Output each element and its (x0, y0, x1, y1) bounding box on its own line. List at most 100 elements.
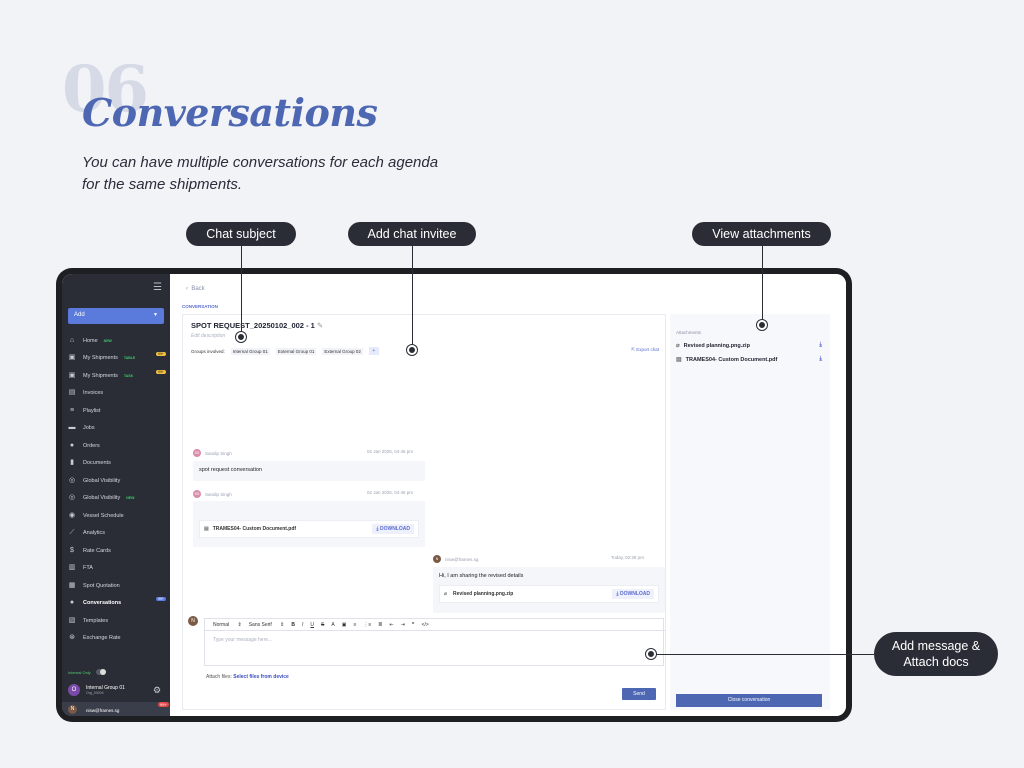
select-files-link[interactable]: Select files from device (233, 674, 289, 680)
sidebar-item-label: My Shipments (83, 354, 118, 361)
sidebar-item-my-shipments-table[interactable]: ▣ My Shipments TABLE (68, 351, 166, 364)
vessel-icon: ◉ (68, 511, 76, 519)
globe-icon: ◎ (68, 476, 76, 484)
align-icon[interactable]: ≡ (353, 622, 356, 628)
attach-label: Attach files: (206, 674, 232, 680)
format-value: Normal (213, 621, 230, 628)
user-avatar: N (188, 616, 198, 626)
sidebar-item-documents[interactable]: ▮ Documents (68, 456, 166, 469)
bold-icon[interactable]: B (291, 622, 295, 628)
sidebar-item-global-visibility[interactable]: ◎ Global Visibility (68, 474, 166, 487)
new-badge: NEW (103, 338, 112, 343)
add-invitee-icon[interactable]: + (368, 347, 379, 355)
avatar: SS (193, 449, 201, 457)
sidebar-item-label: Vessel Schedule (83, 512, 124, 519)
export-chat-button[interactable]: ⇱ Export chat (631, 347, 659, 353)
sidebar-item-global-visibility-new[interactable]: ◎ Global Visibility NEW (68, 491, 166, 504)
indent-icon[interactable]: ⇥ (401, 622, 405, 628)
chevron-left-icon: ‹ (186, 286, 188, 292)
sidebar-item-label: Conversations (83, 599, 122, 606)
count-badge: 99+ (156, 597, 166, 601)
new-badge: NEW (126, 495, 135, 500)
message-text: Hi, I am sharing the revised details (439, 573, 524, 579)
sidebar-item-label: Jobs (83, 424, 95, 431)
sidebar-item-label: Spot Quotation (83, 582, 120, 589)
sidebar-item-jobs[interactable]: ▬ Jobs (68, 421, 166, 434)
attachment-name: Revised planning.png.zip (683, 342, 750, 349)
attachments-header: Attachments (676, 330, 702, 335)
font-value: Sans Serif (248, 621, 272, 628)
sidebar-item-home[interactable]: ⌂ Home NEW (68, 334, 166, 347)
sidebar-item-invoices[interactable]: ▤ Invoices (68, 386, 166, 399)
table-badge: TABLE (123, 355, 136, 360)
bullet-list-icon[interactable]: ≣ (378, 622, 382, 628)
callout-add-message: Add message & Attach docs (874, 632, 998, 676)
outdent-icon[interactable]: ⇤ (390, 622, 394, 628)
sidebar-item-rate-cards[interactable]: $ Rate Cards (68, 544, 166, 557)
chevron-down-icon: ▼ (153, 312, 158, 318)
sidebar-item-label: Templates (83, 617, 109, 624)
menu-icon[interactable]: ☰ (153, 282, 162, 293)
main-panel: ‹ Back CONVERSATION SPOT REQUEST_2025010… (170, 274, 846, 716)
download-icon[interactable]: ⤓ (819, 356, 822, 363)
format-select[interactable]: Normal ⇕ (213, 622, 242, 628)
group-tag: External Group 01 (275, 347, 317, 355)
pointer-dot (757, 320, 767, 330)
edit-description[interactable]: Edit description (191, 333, 225, 339)
page-subtitle: You can have multiple conversations for … (82, 154, 439, 193)
pointer-line (241, 246, 242, 338)
file-card: ⌀ Revised planning.png.zip ⤓ DOWNLOAD (439, 585, 659, 603)
download-button[interactable]: ⤓ DOWNLOAD (372, 524, 414, 534)
download-button[interactable]: ⤓ DOWNLOAD (612, 589, 654, 599)
sidebar-item-fta[interactable]: ▥ FTA (68, 561, 166, 574)
back-label: Back (191, 286, 205, 292)
text-color-icon[interactable]: A (331, 622, 334, 628)
sidebar-item-playlist[interactable]: ≡ Playlist (68, 404, 166, 417)
groups-involved: Groups involved: Internal Group 01 Exter… (191, 347, 385, 355)
sidebar-item-templates[interactable]: ▧ Templates (68, 614, 166, 627)
sidebar-item-label: Global Visibility (83, 477, 121, 484)
underline-icon[interactable]: U (310, 622, 314, 628)
sidebar-item-vessel-schedule[interactable]: ◉ Vessel Schedule (68, 509, 166, 522)
highlight-icon[interactable]: ▣ (342, 622, 347, 628)
sidebar-item-analytics[interactable]: ⟋ Analytics (68, 526, 166, 539)
add-button[interactable]: Add ▼ (68, 308, 164, 324)
chat-subject[interactable]: SPOT REQUEST_20250102_002 - 1 ✎ (191, 321, 323, 330)
download-icon[interactable]: ⤓ (819, 342, 822, 349)
message-input[interactable]: Type your message here... (213, 637, 272, 643)
strikethrough-icon[interactable]: S (321, 622, 324, 628)
code-icon[interactable]: </> (422, 622, 429, 628)
internal-only-toggle[interactable] (96, 669, 106, 675)
sidebar-item-orders[interactable]: ● Orders (68, 439, 166, 452)
pointer-dot (646, 649, 656, 659)
quote-icon[interactable]: ❞ (412, 622, 415, 628)
pointer-dot (407, 345, 417, 355)
notification-badge[interactable]: 99+ (158, 702, 169, 707)
italic-icon[interactable]: I (302, 622, 303, 628)
close-conversation-button[interactable]: Close conversation (676, 694, 822, 707)
exchange-icon: ⊛ (69, 633, 75, 641)
sidebar: ☰ Add ▼ ⌂ Home NEW ▣ My Shipments TABLE 99+ ▣… (62, 274, 170, 716)
attachment-item[interactable]: ▤ TRAMES04- Custom Document.pdf ⤓ (676, 356, 822, 363)
sidebar-item-spot-quotation[interactable]: ▦ Spot Quotation (68, 579, 166, 592)
count-badge: 99+ (156, 370, 166, 374)
page-heading: Conversations (82, 90, 378, 135)
documents-icon: ▮ (70, 458, 74, 466)
attachment-item[interactable]: ⌀ Revised planning.png.zip ⤓ (676, 342, 822, 349)
font-select[interactable]: Sans Serif ⇕ (249, 622, 285, 628)
gear-icon[interactable]: ⚙ (153, 685, 161, 696)
export-label: Export chat (636, 347, 659, 352)
back-link[interactable]: ‹ Back (186, 286, 205, 292)
sidebar-item-my-shipments-task[interactable]: ▣ My Shipments TASK (68, 369, 166, 382)
sidebar-item-label: Rate Cards (83, 547, 111, 554)
chat-subject-text: SPOT REQUEST_20250102_002 - 1 (191, 321, 315, 330)
sidebar-item-conversations[interactable]: ● Conversations (68, 596, 166, 609)
sidebar-item-exchange-rate[interactable]: ⊛ Exchange Rate (68, 631, 166, 644)
send-button[interactable]: Send (622, 688, 656, 700)
sidebar-item-label: Documents (83, 459, 111, 466)
ordered-list-icon[interactable]: ⋮≡ (363, 622, 371, 628)
message-editor[interactable]: Normal ⇕ Sans Serif ⇕ B I U S A ▣ ≡ ⋮≡ ≣… (204, 618, 665, 666)
pointer-line (412, 246, 413, 350)
dollar-icon: $ (70, 546, 74, 554)
pencil-icon[interactable]: ✎ (317, 321, 323, 330)
